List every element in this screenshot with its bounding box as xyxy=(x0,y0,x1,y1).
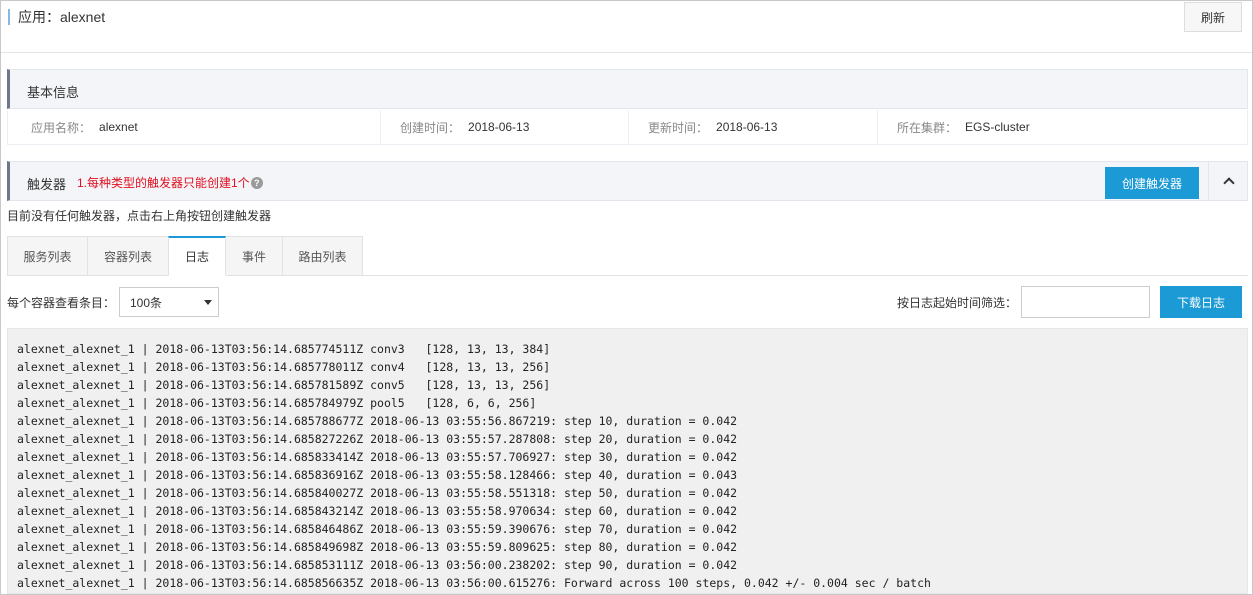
title-accent-bar xyxy=(8,9,10,25)
log-line: alexnet_alexnet_1 | 2018-06-13T03:56:14.… xyxy=(17,342,551,356)
refresh-button[interactable]: 刷新 xyxy=(1184,2,1242,32)
log-line: alexnet_alexnet_1 | 2018-06-13T03:56:14.… xyxy=(17,540,738,554)
info-key: 创建时间： xyxy=(400,120,461,135)
info-value: alexnet xyxy=(99,120,138,134)
divider xyxy=(877,110,878,144)
tab-routes[interactable]: 路由列表 xyxy=(282,236,363,276)
info-cluster: 所在集群： EGS-cluster xyxy=(897,110,1030,144)
basic-info-title: 基本信息 xyxy=(27,85,80,100)
page-header: 应用：alexnet xyxy=(1,1,1252,53)
per-container-label: 每个容器查看条目： xyxy=(7,296,116,310)
log-line: alexnet_alexnet_1 | 2018-06-13T03:56:14.… xyxy=(17,414,738,428)
time-filter-input[interactable] xyxy=(1021,286,1150,318)
tab-services[interactable]: 服务列表 xyxy=(7,236,88,276)
log-line: alexnet_alexnet_1 | 2018-06-13T03:56:14.… xyxy=(17,504,738,518)
info-value: 2018-06-13 xyxy=(716,120,778,134)
info-key: 应用名称： xyxy=(31,120,92,135)
info-created: 创建时间： 2018-06-13 xyxy=(400,110,529,144)
log-line: alexnet_alexnet_1 | 2018-06-13T03:56:14.… xyxy=(17,522,738,536)
chevron-up-icon xyxy=(1222,177,1235,189)
collapse-button[interactable] xyxy=(1208,162,1248,200)
log-line: alexnet_alexnet_1 | 2018-06-13T03:56:14.… xyxy=(17,558,738,572)
info-key: 所在集群： xyxy=(897,120,958,135)
info-value: EGS-cluster xyxy=(965,120,1030,134)
caret-down-icon xyxy=(204,300,212,305)
tab-containers[interactable]: 容器列表 xyxy=(87,236,169,276)
per-container-value: 100条 xyxy=(130,295,163,310)
log-line: alexnet_alexnet_1 | 2018-06-13T03:56:14.… xyxy=(17,378,551,392)
page-title: 应用：alexnet xyxy=(18,9,106,25)
basic-info-header: 基本信息 xyxy=(7,69,1248,109)
info-app-name: 应用名称： alexnet xyxy=(31,110,138,144)
divider xyxy=(380,110,381,144)
create-trigger-button[interactable]: 创建触发器 xyxy=(1105,167,1199,199)
info-key: 更新时间： xyxy=(648,120,709,135)
log-line: alexnet_alexnet_1 | 2018-06-13T03:56:14.… xyxy=(17,396,537,410)
empty-trigger-message: 目前没有任何触发器，点击右上角按钮创建触发器 xyxy=(7,209,272,223)
log-line: alexnet_alexnet_1 | 2018-06-13T03:56:14.… xyxy=(17,468,738,482)
tab-events[interactable]: 事件 xyxy=(225,236,283,276)
trigger-header: 触发器 1.每种类型的触发器只能创建1个 ? xyxy=(7,161,1248,201)
log-line: alexnet_alexnet_1 | 2018-06-13T03:56:14.… xyxy=(17,360,551,374)
log-line: alexnet_alexnet_1 | 2018-06-13T03:56:14.… xyxy=(17,486,738,500)
basic-info-row: 应用名称： alexnet 创建时间： 2018-06-13 更新时间： 201… xyxy=(7,110,1248,145)
log-line: alexnet_alexnet_1 | 2018-06-13T03:56:14.… xyxy=(17,576,931,590)
trigger-title: 触发器 xyxy=(27,177,67,192)
download-log-button[interactable]: 下载日志 xyxy=(1160,286,1242,318)
log-line: alexnet_alexnet_1 | 2018-06-13T03:56:14.… xyxy=(17,450,738,464)
tab-logs[interactable]: 日志 xyxy=(168,236,226,276)
log-line: alexnet_alexnet_1 | 2018-06-13T03:56:14.… xyxy=(17,432,738,446)
log-output: alexnet_alexnet_1 | 2018-06-13T03:56:14.… xyxy=(7,328,1248,594)
trigger-warning-text: 1.每种类型的触发器只能创建1个 xyxy=(77,176,250,190)
info-value: 2018-06-13 xyxy=(468,120,530,134)
per-container-select[interactable]: 100条 xyxy=(119,287,219,317)
help-icon[interactable]: ? xyxy=(250,176,263,189)
trigger-warning: 1.每种类型的触发器只能创建1个 ? xyxy=(77,174,263,191)
divider xyxy=(628,110,629,144)
info-updated: 更新时间： 2018-06-13 xyxy=(648,110,777,144)
time-filter-label: 按日志起始时间筛选： xyxy=(897,296,1018,310)
